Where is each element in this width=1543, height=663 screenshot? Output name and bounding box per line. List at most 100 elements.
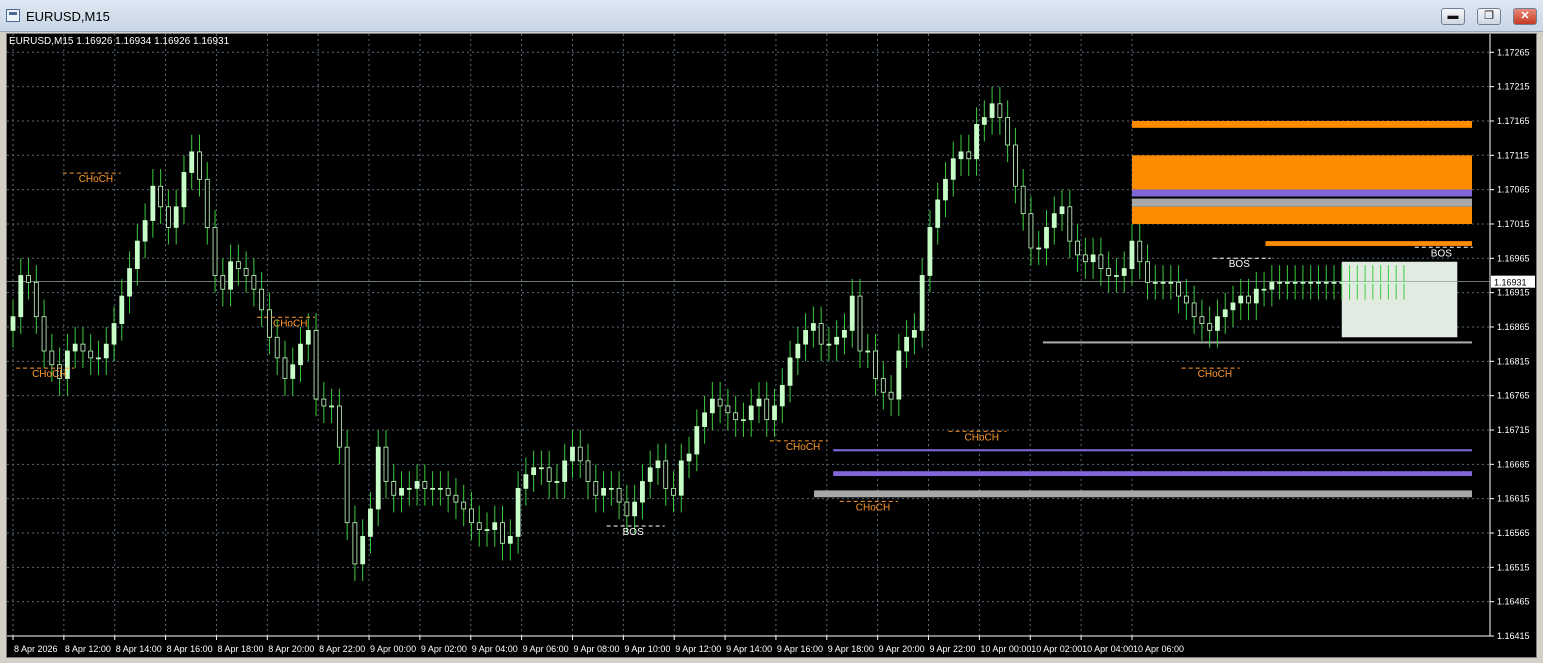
- x-tick-label: 8 Apr 16:00: [167, 644, 213, 654]
- window-title: EURUSD,M15: [26, 9, 110, 24]
- candle-body: [958, 151, 964, 160]
- candle-body: [1067, 206, 1073, 242]
- candle-body: [1176, 281, 1181, 297]
- candle-body: [282, 357, 288, 379]
- candle-body: [966, 151, 972, 160]
- y-tick-label: 1.16615: [1497, 494, 1530, 504]
- candle-body: [119, 295, 125, 324]
- candle-body: [570, 446, 575, 462]
- candle-body: [943, 178, 948, 201]
- structure-label: BOS: [623, 527, 644, 538]
- chart-area[interactable]: 1.17265 1.17215 1.17165 1.17115 1.17065 1.170…: [6, 33, 1537, 658]
- price-chart[interactable]: 1.17265 1.17215 1.17165 1.17115 1.17065 1.170…: [7, 34, 1536, 657]
- candle-body: [546, 467, 552, 482]
- candle-body: [1300, 281, 1306, 284]
- candle-body: [220, 275, 226, 290]
- candle-body: [18, 275, 24, 318]
- candle-body: [663, 460, 669, 489]
- candle-body: [1230, 302, 1236, 311]
- x-tick-label: 10 Apr 04:00: [1082, 644, 1133, 654]
- y-tick-label: 1.16465: [1497, 597, 1530, 607]
- chart-window-icon: [6, 9, 20, 22]
- y-tick-label: 1.17265: [1497, 47, 1530, 57]
- symbol-info-label: EURUSD,M15 1.16926 1.16934 1.16926 1.169…: [9, 36, 230, 47]
- zone-rect: [1131, 155, 1472, 190]
- close-button[interactable]: ✕: [1513, 8, 1537, 25]
- candle-body: [616, 487, 622, 503]
- candle-body: [1020, 185, 1026, 215]
- x-tick-label: 9 Apr 18:00: [828, 644, 874, 654]
- candle-body: [80, 343, 86, 352]
- candle-body: [142, 220, 148, 242]
- structure-label: CHoCH: [1198, 369, 1232, 380]
- candle-body: [158, 185, 164, 208]
- candle-body: [865, 350, 871, 353]
- candle-body: [10, 316, 16, 331]
- candle-body: [259, 288, 265, 311]
- candle-body: [997, 103, 1003, 118]
- candle-body: [391, 481, 397, 496]
- minimize-button[interactable]: ▬: [1441, 8, 1465, 25]
- candle-body: [1292, 281, 1298, 284]
- candle-body: [298, 343, 303, 366]
- candle-body: [445, 487, 451, 496]
- x-tick-label: 9 Apr 08:00: [573, 644, 619, 654]
- candle-body: [33, 281, 39, 318]
- candle-body: [834, 336, 840, 345]
- y-tick-label: 1.16915: [1497, 288, 1530, 298]
- candle-body: [904, 336, 910, 352]
- candle-body: [671, 487, 676, 496]
- candle-body: [803, 330, 809, 345]
- candle-body: [72, 343, 78, 352]
- candle-body: [305, 330, 311, 345]
- candle-body: [1183, 295, 1189, 304]
- candle-body: [368, 508, 373, 537]
- candle-body: [406, 487, 412, 490]
- window-titlebar[interactable]: EURUSD,M15 ▬ ❐ ✕: [0, 0, 1543, 32]
- candle-body: [134, 240, 140, 270]
- candle-body: [1316, 281, 1321, 284]
- candle-body: [1191, 302, 1197, 318]
- candle-body: [1051, 213, 1057, 228]
- candle-body: [1246, 295, 1251, 304]
- y-tick-label: 1.16815: [1497, 356, 1530, 366]
- candle-body: [1222, 309, 1228, 318]
- candle-body: [313, 330, 319, 400]
- candle-body: [189, 151, 195, 173]
- candle-body: [772, 405, 777, 421]
- candle-body: [476, 522, 482, 530]
- x-tick-label: 9 Apr 14:00: [726, 644, 772, 654]
- x-tick-label: 9 Apr 20:00: [879, 644, 925, 654]
- candle-body: [197, 151, 202, 180]
- x-tick-label: 9 Apr 16:00: [777, 644, 823, 654]
- candle-body: [1253, 288, 1259, 304]
- candle-body: [375, 446, 381, 510]
- y-tick-label: 1.17115: [1497, 150, 1529, 160]
- candle-body: [336, 405, 342, 448]
- zone-rect: [1131, 189, 1472, 197]
- maximize-button[interactable]: ❐: [1477, 8, 1501, 25]
- candle-body: [150, 185, 156, 221]
- candle-body: [764, 398, 770, 421]
- candle-body: [1044, 227, 1049, 249]
- candle-body: [1331, 281, 1337, 284]
- current-price-label: 1.16931: [1494, 278, 1527, 288]
- candle-body: [1098, 254, 1104, 270]
- zone-rect: [1265, 241, 1472, 246]
- candle-body: [795, 343, 801, 359]
- candle-body: [741, 419, 746, 422]
- y-tick-label: 1.16415: [1497, 631, 1530, 641]
- y-tick-label: 1.16715: [1497, 425, 1530, 435]
- y-tick-label: 1.16765: [1497, 391, 1530, 401]
- candle-body: [243, 268, 249, 276]
- structure-label: CHoCH: [79, 174, 113, 185]
- candle-body: [624, 501, 630, 517]
- candle-body: [399, 487, 404, 496]
- candle-body: [1160, 281, 1166, 284]
- candle-body: [181, 172, 187, 208]
- x-tick-label: 9 Apr 10:00: [624, 644, 670, 654]
- candle-body: [360, 536, 366, 565]
- candle-body: [678, 460, 684, 496]
- candle-body: [585, 460, 591, 482]
- candle-body: [344, 446, 350, 524]
